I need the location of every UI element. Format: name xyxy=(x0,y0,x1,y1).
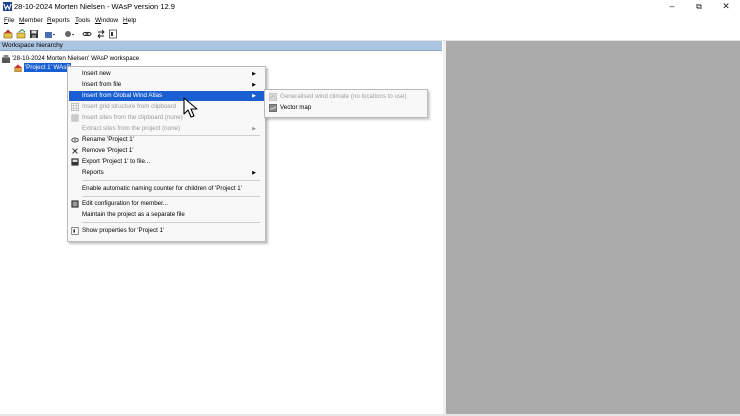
menu-item-edit-configuration[interactable]: Edit configuration for member... xyxy=(69,199,264,209)
project-icon xyxy=(14,64,22,72)
menu-separator xyxy=(82,180,260,181)
menu-item-insert-grid-structure[interactable]: Insert grid structure from clipboard xyxy=(69,102,264,112)
submenu-arrow-icon: ▶ xyxy=(252,82,256,88)
open-workspace-icon[interactable] xyxy=(16,29,26,39)
panel-title: Workspace hierarchy xyxy=(2,42,63,49)
panel-header: Workspace hierarchy xyxy=(0,41,442,51)
new-workspace-icon[interactable] xyxy=(3,29,13,39)
vector-map-icon xyxy=(269,104,277,112)
menu-item-reports[interactable]: Reports ▶ xyxy=(69,168,264,178)
export-icon xyxy=(71,158,79,166)
menu-item-remove[interactable]: Remove 'Project 1' xyxy=(69,146,264,156)
minimize-button[interactable]: – xyxy=(658,0,686,13)
global-wind-atlas-submenu: Generalised wind climate (no locations t… xyxy=(264,89,428,118)
remove-icon xyxy=(72,148,78,154)
title-bar: 28-10-2024 Morten Nielsen - WAsP version… xyxy=(0,0,740,14)
menu-item-generalised-wind-climate[interactable]: Generalised wind climate (no locations t… xyxy=(266,92,426,102)
menu-item-enable-naming-counter[interactable]: Enable automatic naming counter for chil… xyxy=(69,184,264,194)
mouse-cursor-icon xyxy=(183,97,198,118)
submenu-arrow-icon: ▶ xyxy=(252,71,256,77)
save-icon[interactable] xyxy=(29,29,39,39)
menu-file[interactable]: File xyxy=(4,17,15,24)
tool-dropdown-icon[interactable] xyxy=(45,29,55,39)
menu-item-vector-map[interactable]: Vector map xyxy=(266,103,426,113)
context-menu: Insert new ▶ Insert from file ▶ Insert f… xyxy=(67,66,266,242)
toolbar xyxy=(0,27,740,41)
menu-item-show-properties[interactable]: Show properties for 'Project 1' xyxy=(69,226,264,236)
menu-item-maintain-separate-file[interactable]: Maintain the project as a separate file xyxy=(69,210,264,220)
menu-separator xyxy=(82,196,260,197)
menu-tools[interactable]: Tools xyxy=(75,17,90,24)
menu-item-insert-from-file[interactable]: Insert from file ▶ xyxy=(69,80,264,90)
menu-help[interactable]: Help xyxy=(123,17,136,24)
wizard-dropdown-icon[interactable] xyxy=(64,29,74,39)
menu-item-extract-sites[interactable]: Extract sites from the project (none) ▶ xyxy=(69,124,264,134)
submenu-arrow-icon: ▶ xyxy=(252,93,256,99)
submenu-arrow-icon: ▶ xyxy=(252,170,256,176)
menu-item-export[interactable]: Export 'Project 1' to file... xyxy=(69,157,264,167)
wind-climate-icon xyxy=(269,93,277,101)
window-title: 28-10-2024 Morten Nielsen - WAsP version… xyxy=(14,2,175,11)
rename-icon xyxy=(71,137,79,143)
menu-separator xyxy=(82,222,260,223)
submenu-arrow-icon: ▶ xyxy=(252,126,256,132)
link-icon[interactable] xyxy=(82,29,92,39)
menu-item-insert-sites[interactable]: Insert sites from the clipboard (none) xyxy=(69,113,264,123)
sites-icon xyxy=(71,114,79,122)
maximize-button[interactable]: ⧉ xyxy=(685,0,713,13)
grid-icon xyxy=(71,103,79,111)
properties-icon[interactable] xyxy=(108,29,118,39)
mdi-workspace-area xyxy=(446,41,740,416)
project-label: 'Project 1' WAsP xyxy=(24,63,72,72)
menu-bar: File Member Reports Tools Window Help xyxy=(0,15,740,27)
menu-item-insert-new[interactable]: Insert new ▶ xyxy=(69,69,264,79)
menu-member[interactable]: Member xyxy=(19,17,43,24)
menu-reports[interactable]: Reports xyxy=(47,17,70,24)
properties-icon xyxy=(71,227,79,235)
close-button[interactable]: ✕ xyxy=(712,0,740,13)
move-icon[interactable] xyxy=(96,29,106,39)
menu-item-rename[interactable]: Rename 'Project 1' xyxy=(69,135,264,145)
workspace-icon xyxy=(2,55,10,63)
workspace-label: '28-10-2024 Morten Nielsen' WAsP workspa… xyxy=(12,55,140,62)
wasp-app-icon xyxy=(3,2,12,11)
menu-item-insert-from-global-wind-atlas[interactable]: Insert from Global Wind Atlas ▶ xyxy=(69,91,264,101)
menu-window[interactable]: Window xyxy=(95,17,118,24)
configuration-icon xyxy=(71,200,79,208)
